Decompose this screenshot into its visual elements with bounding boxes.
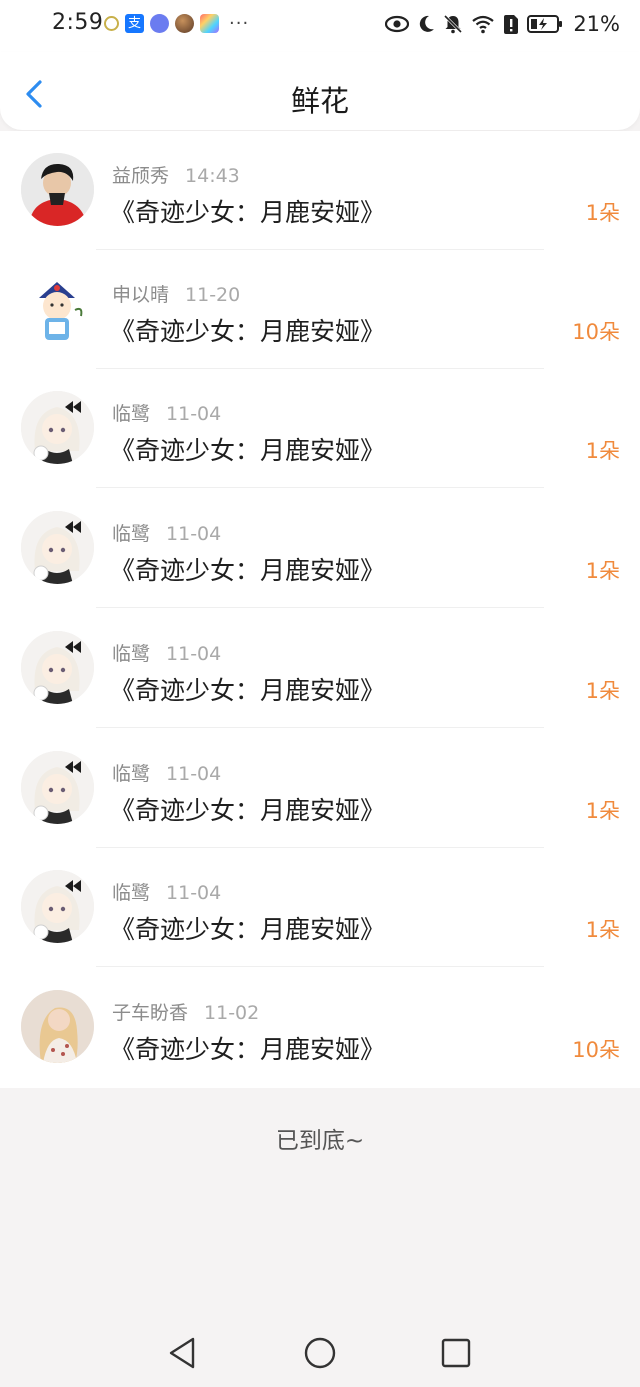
list-item[interactable]: 临鹭 11-04 《奇迹少女：月鹿安娅》 1朵 bbox=[0, 848, 640, 967]
avatar bbox=[21, 153, 94, 226]
square-recent-icon bbox=[441, 1338, 471, 1368]
list-item[interactable]: 临鹭 11-04 《奇迹少女：月鹿安娅》 1朵 bbox=[0, 729, 640, 848]
system-nav-bar bbox=[0, 1316, 640, 1387]
user-name: 申以晴 bbox=[112, 284, 170, 306]
avatar bbox=[21, 751, 94, 824]
nav-home-button[interactable] bbox=[300, 1333, 340, 1373]
flower-count: 1朵 bbox=[585, 918, 620, 942]
alipay-icon: 支 bbox=[125, 14, 144, 33]
flower-count: 1朵 bbox=[585, 799, 620, 823]
book-title: 《奇迹少女：月鹿安娅》 bbox=[110, 915, 386, 944]
book-title: 《奇迹少女：月鹿安娅》 bbox=[110, 796, 386, 825]
list-item[interactable]: 益颀秀 14:43 《奇迹少女：月鹿安娅》 1朵 bbox=[0, 131, 640, 250]
nav-back-button[interactable] bbox=[163, 1333, 203, 1373]
app-tile-icon bbox=[200, 14, 219, 33]
avatar bbox=[21, 391, 94, 464]
flower-count: 1朵 bbox=[585, 201, 620, 225]
user-name: 益颀秀 bbox=[112, 165, 170, 187]
divider bbox=[96, 966, 544, 967]
music-icon bbox=[150, 14, 169, 33]
book-title: 《奇迹少女：月鹿安娅》 bbox=[110, 556, 386, 585]
book-title: 《奇迹少女：月鹿安娅》 bbox=[110, 317, 386, 346]
moon-icon bbox=[420, 15, 435, 32]
user-name: 临鹭 bbox=[112, 882, 151, 904]
divider bbox=[96, 607, 544, 608]
more-dots-icon: ··· bbox=[229, 13, 250, 34]
book-title: 《奇迹少女：月鹿安娅》 bbox=[110, 676, 386, 705]
circle-home-icon bbox=[304, 1337, 336, 1369]
flower-count: 10朵 bbox=[572, 320, 620, 344]
item-date: 11-02 bbox=[204, 1002, 260, 1024]
divider bbox=[96, 487, 544, 488]
book-title: 《奇迹少女：月鹿安娅》 bbox=[110, 1035, 386, 1064]
app-avatar-icon bbox=[175, 14, 194, 33]
flower-count: 1朵 bbox=[585, 679, 620, 703]
notification-icons: 支 ··· bbox=[104, 13, 249, 34]
sim-alert-icon bbox=[504, 14, 519, 34]
user-name: 临鹭 bbox=[112, 643, 151, 665]
list-item[interactable]: 临鹭 11-04 《奇迹少女：月鹿安娅》 1朵 bbox=[0, 609, 640, 728]
divider bbox=[96, 727, 544, 728]
flower-count: 1朵 bbox=[585, 559, 620, 583]
item-date: 11-04 bbox=[166, 882, 222, 904]
list-end-area: 已到底~ bbox=[0, 1088, 640, 1316]
wechat-icon bbox=[104, 16, 119, 31]
list-item[interactable]: 申以晴 11-20 《奇迹少女：月鹿安娅》 10朵 bbox=[0, 250, 640, 369]
item-date: 11-04 bbox=[166, 643, 222, 665]
user-name: 临鹭 bbox=[112, 763, 151, 785]
list-item[interactable]: 子车盼香 11-02 《奇迹少女：月鹿安娅》 10朵 bbox=[0, 968, 640, 1087]
item-date: 11-04 bbox=[166, 763, 222, 785]
user-name: 子车盼香 bbox=[112, 1002, 189, 1024]
triangle-back-icon bbox=[169, 1337, 195, 1369]
book-title: 《奇迹少女：月鹿安娅》 bbox=[110, 436, 386, 465]
battery-icon bbox=[527, 15, 563, 33]
page-title: 鲜花 bbox=[290, 84, 349, 118]
list-item[interactable]: 临鹭 11-04 《奇迹少女：月鹿安娅》 1朵 bbox=[0, 369, 640, 488]
item-date: 11-20 bbox=[185, 284, 241, 306]
avatar bbox=[21, 631, 94, 704]
eye-icon bbox=[385, 15, 410, 33]
nav-recent-button[interactable] bbox=[436, 1333, 476, 1373]
user-name: 临鹭 bbox=[112, 403, 151, 425]
status-bar: 2:59 支 ··· 21% bbox=[0, 0, 640, 52]
item-date: 11-04 bbox=[166, 523, 222, 545]
avatar bbox=[21, 272, 94, 345]
end-of-list-text: 已到底~ bbox=[275, 1128, 365, 1154]
status-time: 2:59 bbox=[52, 10, 104, 35]
battery-percent: 21% bbox=[573, 12, 620, 36]
avatar bbox=[21, 990, 94, 1063]
item-date: 11-04 bbox=[166, 403, 222, 425]
list-item[interactable]: 临鹭 11-04 《奇迹少女：月鹿安娅》 1朵 bbox=[0, 489, 640, 608]
avatar bbox=[21, 511, 94, 584]
system-icons: 21% bbox=[385, 12, 620, 36]
bell-off-icon bbox=[444, 14, 463, 34]
user-name: 临鹭 bbox=[112, 523, 151, 545]
book-title: 《奇迹少女：月鹿安娅》 bbox=[110, 198, 386, 227]
flower-list: 益颀秀 14:43 《奇迹少女：月鹿安娅》 1朵 申以晴 11-20 《奇迹少女：月… bbox=[0, 131, 640, 1088]
flower-count: 10朵 bbox=[572, 1038, 620, 1062]
avatar bbox=[21, 870, 94, 943]
app-header: 鲜花 bbox=[0, 52, 640, 130]
wifi-icon bbox=[472, 15, 494, 34]
flower-count: 1朵 bbox=[585, 439, 620, 463]
item-date: 14:43 bbox=[185, 165, 240, 187]
